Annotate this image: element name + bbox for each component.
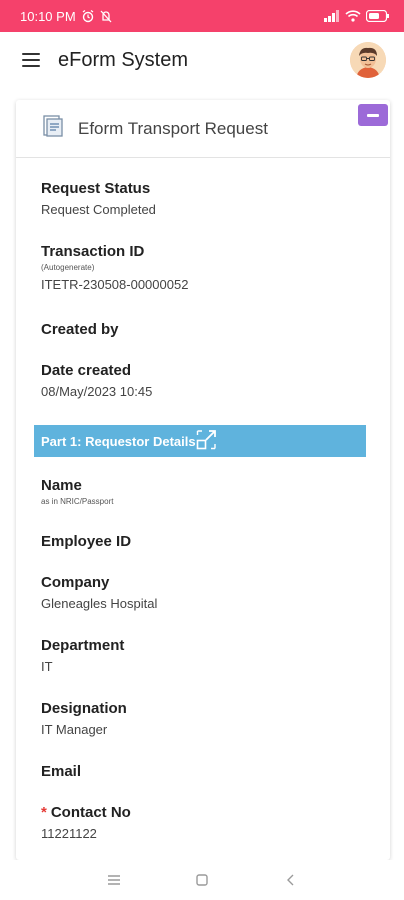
card-title: Eform Transport Request: [78, 118, 268, 138]
field-label: Name: [41, 477, 82, 494]
field-label: Date created: [41, 362, 132, 379]
mute-icon: [100, 10, 112, 23]
field-value: ITETR-230508-00000052: [41, 277, 189, 292]
field-created-by: Created by: [41, 321, 119, 338]
field-value: Gleneagles Hospital: [41, 596, 158, 611]
signal-icon: [324, 10, 340, 22]
field-transaction-id: Transaction ID (Autogenerate) ITETR-2305…: [41, 243, 188, 292]
field-label: Employee ID: [41, 533, 132, 550]
field-label-text: Contact No: [50, 804, 131, 821]
field-value: IT: [41, 659, 53, 674]
field-value: 11221122: [41, 826, 97, 841]
field-hint: (Autogenerate): [41, 263, 95, 272]
avatar[interactable]: [350, 42, 386, 78]
field-employee-id: Employee ID: [41, 533, 131, 550]
field-value: 08/May/2023 10:45: [41, 384, 153, 399]
app-bar: eForm System: [0, 32, 404, 88]
field-company: Company Gleneagles Hospital: [41, 574, 157, 611]
field-label: Designation: [41, 700, 127, 717]
app-title: eForm System: [58, 48, 189, 71]
alarm-icon: [81, 9, 95, 23]
field-request-status: Request Status Request Completed: [41, 180, 156, 217]
nav-back-icon[interactable]: [282, 872, 298, 888]
status-time: 10:10 PM: [20, 8, 76, 24]
collapse-button[interactable]: [358, 104, 388, 126]
field-value: Request Completed: [41, 202, 156, 217]
field-label: Transaction ID: [41, 243, 145, 260]
field-label: Request Status: [41, 180, 151, 197]
collapse-icon: [367, 113, 379, 117]
system-nav-bar: [0, 860, 404, 900]
eform-card: Eform Transport Request Request Status R…: [16, 100, 390, 860]
field-label: Company: [41, 574, 110, 591]
field-label: * Contact No: [41, 804, 131, 821]
field-label: Department: [41, 637, 125, 654]
document-icon: [42, 114, 64, 143]
field-designation: Designation IT Manager: [41, 700, 127, 737]
section-title: Part 1: Requestor Details: [41, 433, 196, 449]
field-label: Email: [41, 763, 82, 780]
nav-menu-icon[interactable]: [106, 872, 122, 888]
field-hint: as in NRIC/Passport: [41, 497, 114, 506]
battery-icon: [366, 10, 390, 22]
field-name: Name as in NRIC/Passport: [41, 477, 113, 506]
field-email: Email: [41, 763, 81, 780]
field-label: Created by: [41, 321, 119, 338]
required-mark: *: [41, 804, 47, 821]
status-bar: 10:10 PM: [0, 0, 404, 32]
nav-home-icon[interactable]: [194, 872, 210, 888]
field-department: Department IT: [41, 637, 124, 674]
section-requestor-details[interactable]: Part 1: Requestor Details: [34, 425, 366, 457]
field-date-created: Date created 08/May/2023 10:45: [41, 362, 152, 399]
menu-icon[interactable]: [22, 53, 40, 67]
wifi-icon: [345, 10, 361, 22]
card-header: Eform Transport Request: [16, 100, 390, 158]
expand-icon[interactable]: [196, 429, 218, 454]
field-contact-no: * Contact No 11221122: [41, 804, 131, 841]
field-value: IT Manager: [41, 722, 108, 737]
